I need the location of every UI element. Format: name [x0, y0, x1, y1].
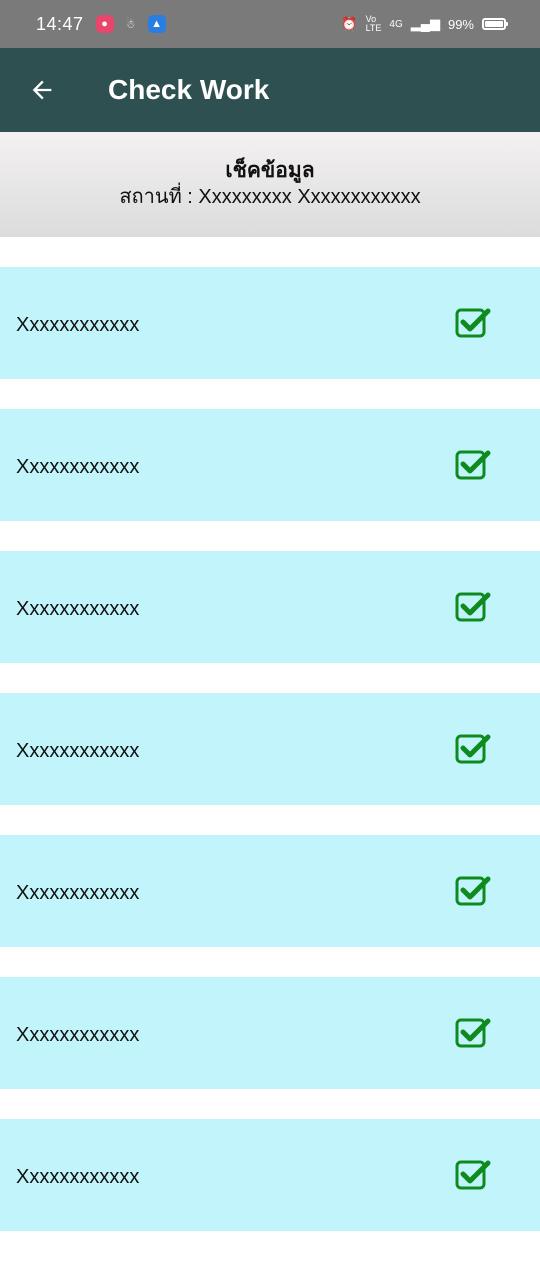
checked-checkbox-icon[interactable] [455, 1017, 491, 1049]
volte-icon: Vo LTE [365, 14, 382, 33]
status-indicators: ⏰ Vo LTE 4G ▂▄▆ 99% [341, 14, 508, 33]
battery-fill [485, 21, 503, 27]
status-bar: 14:47 ● ☃ ▲ ⏰ Vo LTE 4G ▂▄▆ 99% [0, 0, 540, 48]
item-label: Xxxxxxxxxxxx [16, 739, 140, 762]
checked-checkbox-icon[interactable] [455, 307, 491, 339]
notification-android-icon: ▲ [147, 15, 166, 33]
list-item[interactable]: Xxxxxxxxxxxx [0, 693, 540, 805]
notification-app-icon: ● [95, 15, 114, 33]
list-item[interactable]: Xxxxxxxxxxxx [0, 835, 540, 947]
item-label: Xxxxxxxxxxxx [16, 1165, 140, 1188]
list-item[interactable]: Xxxxxxxxxxxx [0, 267, 540, 379]
header-location: สถานที่ : Xxxxxxxxx Xxxxxxxxxxxx [119, 186, 421, 208]
item-label: Xxxxxxxxxxxx [16, 881, 140, 904]
signal-icon: ▂▄▆ [410, 16, 440, 31]
header-title: เช็คข้อมูล [225, 159, 315, 182]
checked-checkbox-icon[interactable] [455, 591, 491, 623]
item-label: Xxxxxxxxxxxx [16, 1023, 140, 1046]
list-item[interactable]: Xxxxxxxxxxxx [0, 551, 540, 663]
network-type: 4G [389, 18, 403, 30]
info-header: เช็คข้อมูล สถานที่ : Xxxxxxxxx Xxxxxxxxx… [0, 132, 540, 237]
page-title: Check Work [108, 74, 270, 105]
battery-percent: 99% [447, 16, 474, 32]
checked-checkbox-icon[interactable] [455, 449, 491, 481]
back-button[interactable] [14, 62, 70, 118]
checked-checkbox-icon[interactable] [455, 1159, 491, 1191]
list-item[interactable]: Xxxxxxxxxxxx [0, 409, 540, 521]
item-label: Xxxxxxxxxxxx [16, 313, 140, 336]
notification-icons: ● ☃ ▲ [95, 15, 166, 33]
status-time: 14:47 [36, 13, 84, 34]
notification-figure-icon: ☃ [125, 18, 136, 31]
arrow-left-icon [32, 80, 52, 100]
item-label: Xxxxxxxxxxxx [16, 455, 140, 478]
checked-checkbox-icon[interactable] [455, 733, 491, 765]
work-list: Xxxxxxxxxxxx Xxxxxxxxxxxx Xxxxxxxxxxxx Xxxx… [0, 267, 540, 1261]
checked-checkbox-icon[interactable] [455, 875, 491, 907]
battery-icon [482, 18, 508, 30]
alarm-icon: ⏰ [341, 16, 358, 31]
list-item[interactable]: Xxxxxxxxxxxx [0, 977, 540, 1089]
list-item[interactable]: Xxxxxxxxxxxx [0, 1119, 540, 1231]
app-bar: Check Work [0, 48, 540, 132]
item-label: Xxxxxxxxxxxx [16, 597, 140, 620]
